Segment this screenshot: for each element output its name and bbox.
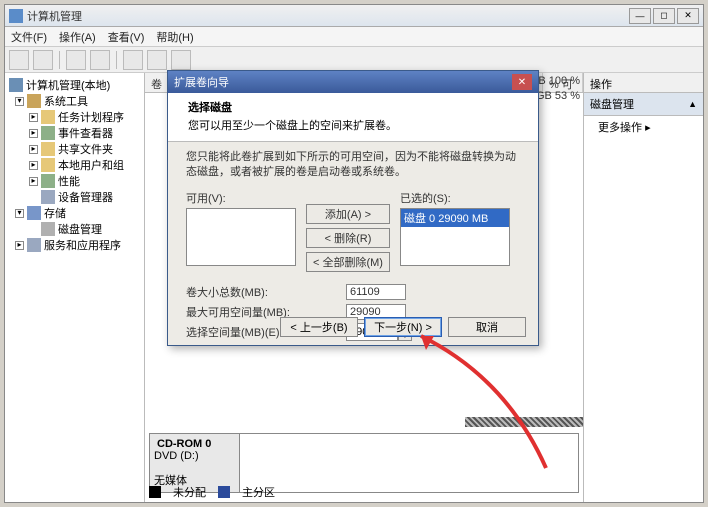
forward-button[interactable]	[33, 50, 53, 70]
actions-section[interactable]: 磁盘管理▲	[584, 93, 703, 116]
selected-label: 已选的(S):	[400, 190, 510, 206]
add-button[interactable]: 添加(A) >	[306, 204, 390, 224]
wrench-icon	[27, 94, 41, 108]
storage-icon	[27, 206, 41, 220]
selected-item[interactable]: 磁盘 0 29090 MB	[401, 209, 509, 227]
remove-all-button[interactable]: < 全部删除(M)	[306, 252, 390, 272]
wizard-heading: 选择磁盘	[188, 99, 518, 115]
tree-shared[interactable]: ▸共享文件夹	[5, 141, 144, 157]
task-icon	[41, 110, 55, 124]
services-icon	[27, 238, 41, 252]
disk-icon	[41, 222, 55, 236]
tree-users[interactable]: ▸本地用户和组	[5, 157, 144, 173]
expand-icon[interactable]: ▸	[29, 145, 38, 154]
back-button[interactable]	[9, 50, 29, 70]
tree-root[interactable]: 计算机管理(本地)	[5, 77, 144, 93]
menu-view[interactable]: 查看(V)	[108, 29, 145, 45]
tree-diskmgmt[interactable]: 磁盘管理	[5, 221, 144, 237]
total-label: 卷大小总数(MB):	[186, 284, 346, 300]
menu-action[interactable]: 操作(A)	[59, 29, 96, 45]
actions-pane: 操作 磁盘管理▲ 更多操作 ▸	[583, 73, 703, 502]
actions-more[interactable]: 更多操作 ▸	[584, 116, 703, 138]
wizard-close-button[interactable]: ✕	[512, 74, 532, 90]
maximize-button[interactable]: ◻	[653, 8, 675, 24]
devmgr-icon	[41, 190, 55, 204]
wizard-subheading: 您可以用至少一个磁盘上的空间来扩展卷。	[188, 117, 518, 133]
expand-icon[interactable]: ▸	[29, 129, 38, 138]
minimize-button[interactable]: —	[629, 8, 651, 24]
window-title: 计算机管理	[27, 8, 629, 24]
app-icon	[9, 9, 23, 23]
collapse-icon[interactable]: ▾	[15, 209, 24, 218]
tree-services[interactable]: ▸服务和应用程序	[5, 237, 144, 253]
event-icon	[41, 126, 55, 140]
remove-button[interactable]: < 删除(R)	[306, 228, 390, 248]
actions-header: 操作	[584, 73, 703, 93]
export-button[interactable]	[147, 50, 167, 70]
legend-unalloc-swatch	[149, 486, 161, 498]
help-button[interactable]	[171, 50, 191, 70]
wizard-header: 选择磁盘 您可以用至少一个磁盘上的空间来扩展卷。	[168, 93, 538, 142]
tree-sidebar: 计算机管理(本地) ▾系统工具 ▸任务计划程序 ▸事件查看器 ▸共享文件夹 ▸本…	[5, 73, 145, 502]
tree-perf[interactable]: ▸性能	[5, 173, 144, 189]
collapse-icon[interactable]: ▾	[15, 97, 24, 106]
expand-icon[interactable]: ▸	[29, 113, 38, 122]
cancel-button[interactable]: 取消	[448, 317, 526, 337]
menu-help[interactable]: 帮助(H)	[156, 29, 193, 45]
close-button[interactable]: ✕	[677, 8, 699, 24]
titlebar: 计算机管理 — ◻ ✕	[5, 5, 703, 27]
partition-hatch	[465, 417, 583, 427]
extend-volume-wizard: 扩展卷向导 ✕ 选择磁盘 您可以用至少一个磁盘上的空间来扩展卷。 您只能将此卷扩…	[167, 70, 539, 346]
perf-icon	[41, 174, 55, 188]
back-button[interactable]: < 上一步(B)	[280, 317, 358, 337]
next-button[interactable]: 下一步(N) >	[364, 317, 442, 337]
available-listbox[interactable]	[186, 208, 296, 266]
chevron-right-icon: ▸	[645, 122, 651, 134]
disk-body	[240, 434, 578, 492]
menubar: 文件(F) 操作(A) 查看(V) 帮助(H)	[5, 27, 703, 47]
tree-devmgr[interactable]: 设备管理器	[5, 189, 144, 205]
available-label: 可用(V):	[186, 190, 296, 206]
users-icon	[41, 158, 55, 172]
refresh-button[interactable]	[123, 50, 143, 70]
expand-icon[interactable]: ▸	[15, 241, 24, 250]
expand-icon[interactable]: ▸	[29, 161, 38, 170]
selected-listbox[interactable]: 磁盘 0 29090 MB	[400, 208, 510, 266]
chevron-up-icon: ▲	[688, 99, 697, 109]
tree-storage[interactable]: ▾存储	[5, 205, 144, 221]
legend: 未分配 主分区	[149, 484, 275, 500]
wizard-titlebar: 扩展卷向导 ✕	[168, 71, 538, 93]
properties-button[interactable]	[90, 50, 110, 70]
shared-icon	[41, 142, 55, 156]
menu-file[interactable]: 文件(F)	[11, 29, 47, 45]
tree-task[interactable]: ▸任务计划程序	[5, 109, 144, 125]
legend-primary-swatch	[218, 486, 230, 498]
computer-icon	[9, 78, 23, 92]
wizard-title: 扩展卷向导	[174, 74, 512, 90]
tree-systools[interactable]: ▾系统工具	[5, 93, 144, 109]
total-value: 61109	[346, 284, 406, 300]
tree-event[interactable]: ▸事件查看器	[5, 125, 144, 141]
expand-icon[interactable]: ▸	[29, 177, 38, 186]
wizard-note: 您只能将此卷扩展到如下所示的可用空间，因为不能将磁盘转换为动态磁盘，或者被扩展的…	[186, 150, 520, 180]
up-button[interactable]	[66, 50, 86, 70]
